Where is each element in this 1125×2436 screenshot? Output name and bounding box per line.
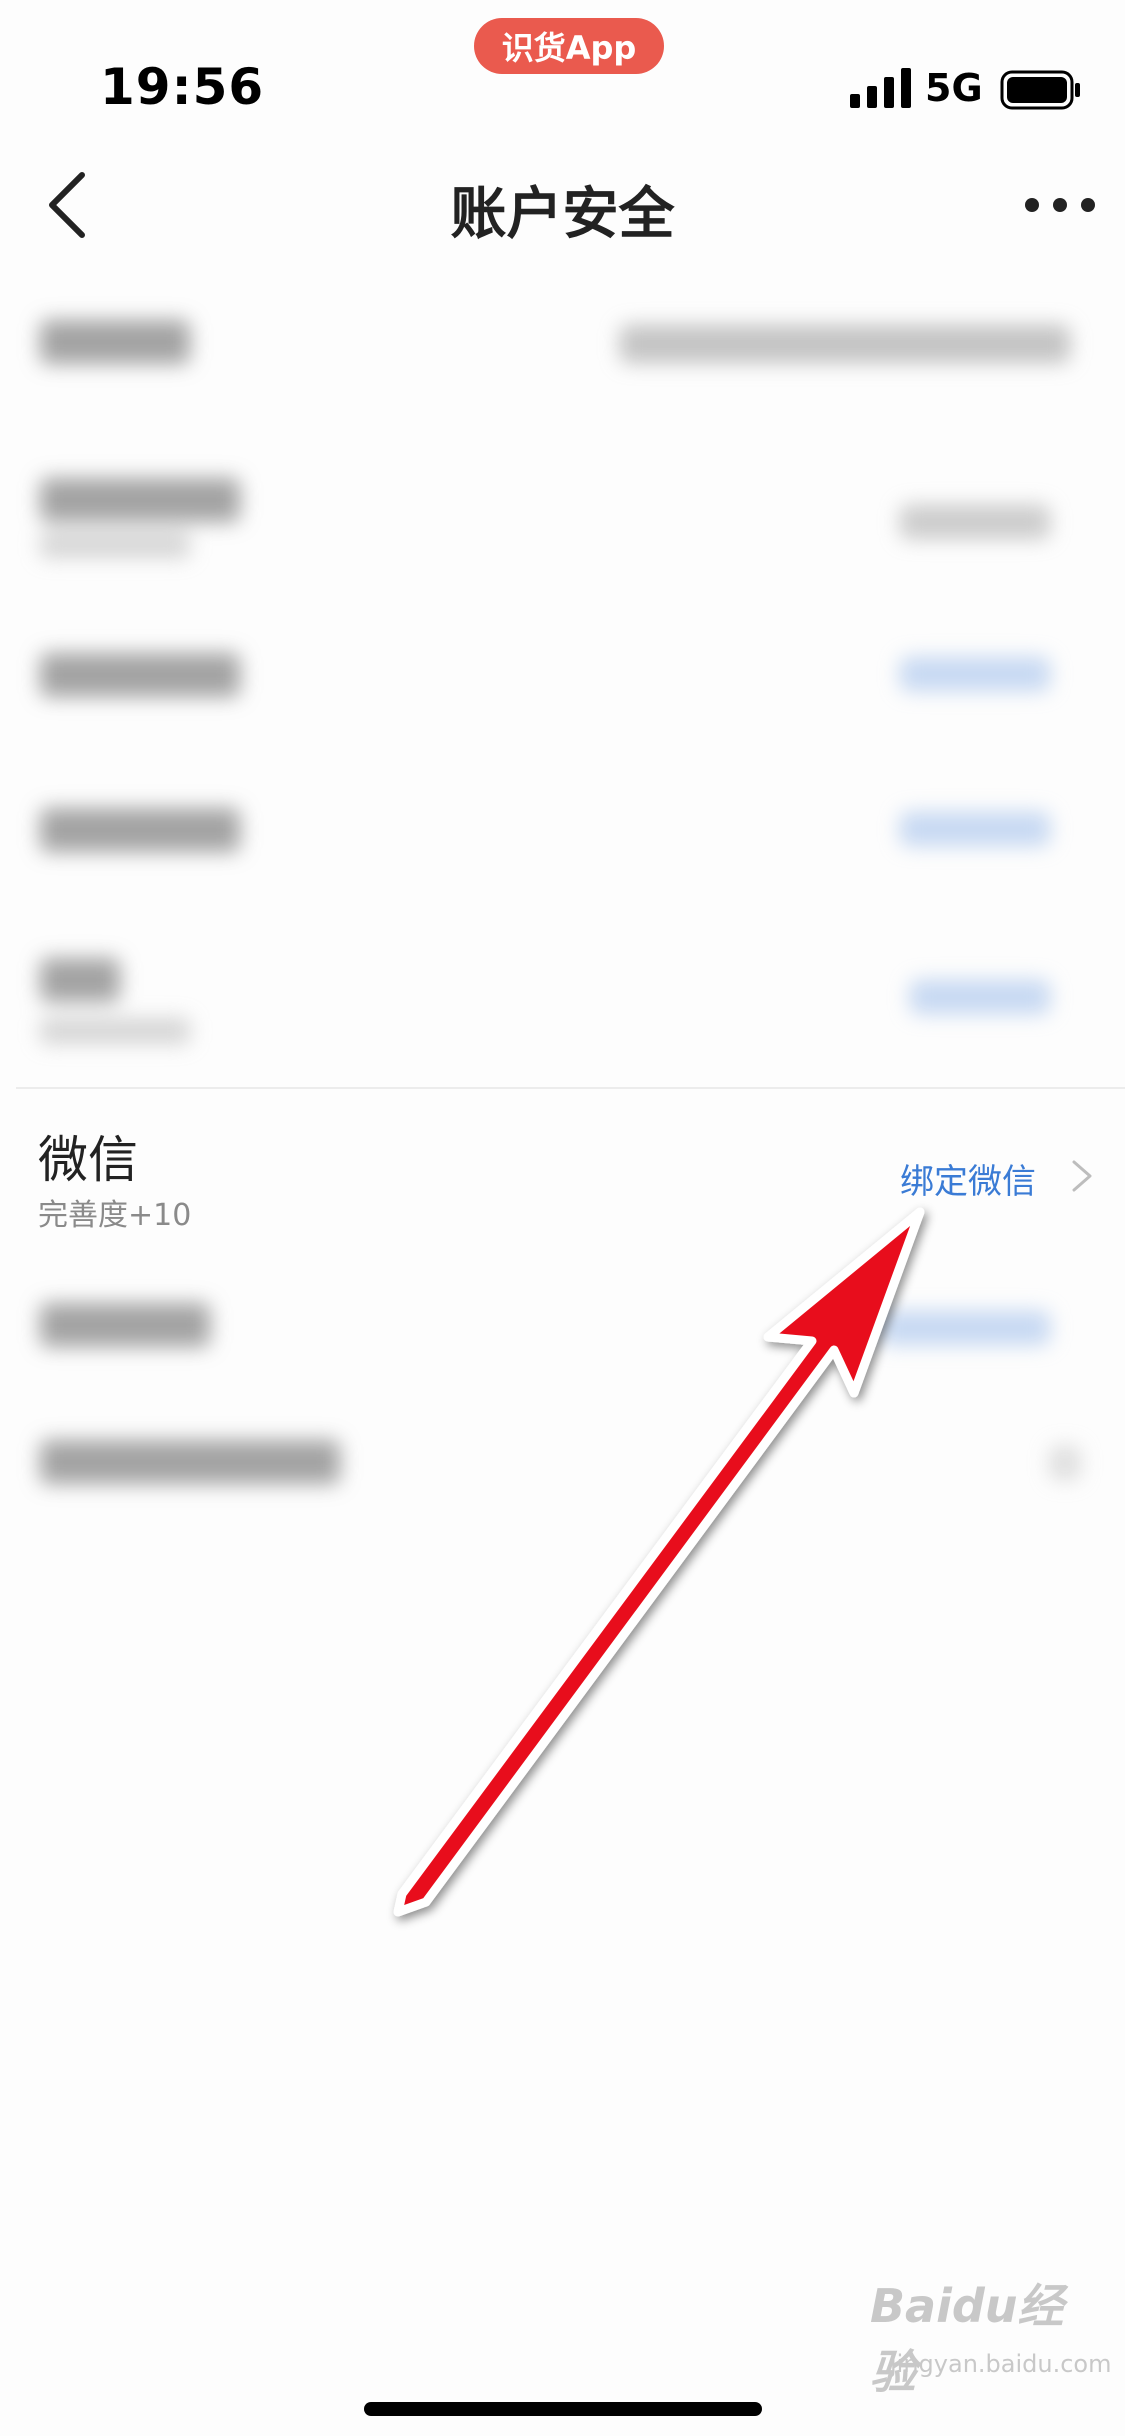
page-title: 账户安全: [450, 182, 675, 247]
home-indicator[interactable]: [364, 2402, 762, 2416]
blurred-row-7[interactable]: [0, 1390, 1125, 1540]
chevron-right-icon: [1072, 1160, 1092, 1192]
more-dots-icon[interactable]: [1020, 175, 1100, 235]
blurred-row-2[interactable]: [0, 420, 1125, 570]
watermark-logo: Baidu经验: [870, 2279, 1064, 2399]
blurred-row-1[interactable]: [0, 275, 1125, 425]
blurred-row-5[interactable]: [0, 920, 1125, 1070]
app-pill[interactable]: 识货App: [474, 18, 664, 74]
signal-icon: [850, 68, 911, 108]
wechat-bind-row[interactable]: 微信 完善度+10 绑定微信: [0, 1100, 1125, 1250]
blurred-row-6[interactable]: [0, 1255, 1125, 1405]
bind-wechat-link[interactable]: 绑定微信: [900, 1154, 1036, 1203]
blurred-row-4[interactable]: [0, 760, 1125, 910]
battery-icon: [1000, 70, 1080, 110]
nav-bar: 账户安全: [0, 135, 1125, 265]
status-bar: 19:56 识货App 5G: [0, 0, 1125, 135]
divider: [16, 1087, 1125, 1089]
network-label: 5G: [925, 66, 983, 110]
wechat-completeness: 完善度+10: [38, 1198, 192, 1233]
watermark-site: jingyan.baidu.com: [890, 2350, 1112, 2378]
screen: 19:56 识货App 5G 账户安全 微信 完善度+10 绑定微信 Baidu…: [0, 0, 1125, 2436]
watermark: Baidu经验 jingyan.baidu.com: [860, 2270, 1111, 2400]
wechat-title: 微信: [38, 1131, 138, 1189]
blurred-row-3[interactable]: [0, 605, 1125, 755]
status-time: 19:56: [100, 58, 265, 116]
